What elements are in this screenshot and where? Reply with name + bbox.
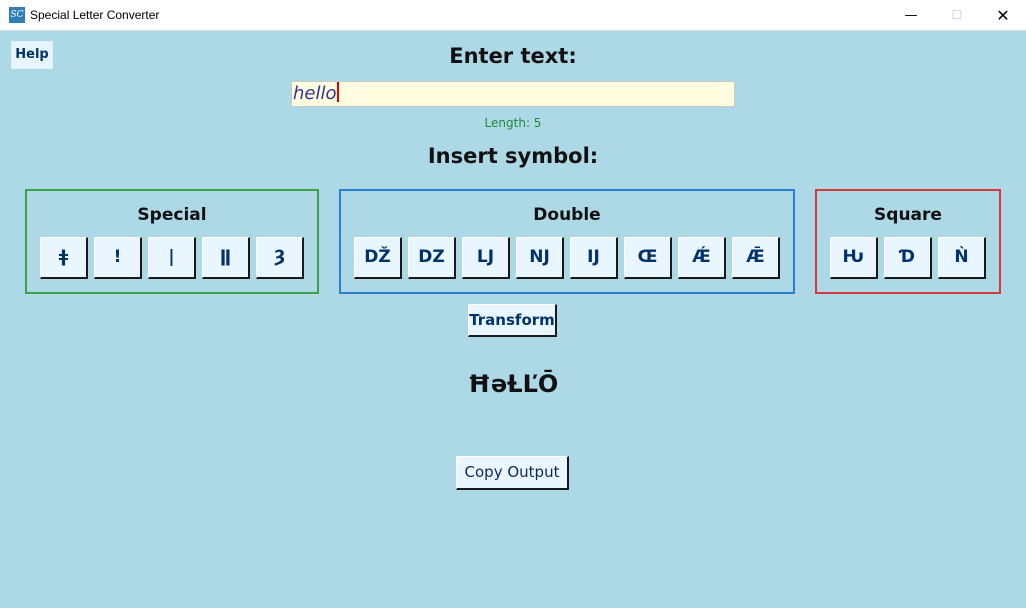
symbol-button-double-2[interactable]: DZ bbox=[408, 237, 456, 279]
text-input[interactable]: hello bbox=[291, 81, 735, 107]
symbol-button-square-2[interactable]: Ɗ bbox=[884, 237, 932, 279]
symbol-button-special-1[interactable]: ǂ bbox=[40, 237, 88, 279]
double-group-title: Double bbox=[533, 205, 601, 225]
window-title: Special Letter Converter bbox=[30, 8, 160, 22]
app-icon: SC bbox=[9, 7, 25, 23]
length-label: Length: 5 bbox=[484, 116, 542, 130]
minimize-button[interactable]: — bbox=[888, 0, 934, 31]
symbol-button-special-3[interactable]: | bbox=[148, 237, 196, 279]
symbol-button-double-8[interactable]: Ǣ bbox=[732, 237, 780, 279]
transform-button[interactable]: Transform bbox=[468, 304, 557, 337]
symbol-button-double-6[interactable]: Œ bbox=[624, 237, 672, 279]
symbol-button-double-4[interactable]: NJ bbox=[516, 237, 564, 279]
enter-text-label: Enter text: bbox=[449, 44, 577, 68]
symbol-button-double-3[interactable]: LJ bbox=[462, 237, 510, 279]
double-group: Double DŽ DZ LJ NJ IJ Œ Ǽ Ǣ bbox=[339, 189, 795, 294]
insert-symbol-label: Insert symbol: bbox=[427, 144, 599, 168]
square-group: Square Ƕ Ɗ Ǹ bbox=[815, 189, 1001, 294]
special-group-title: Special bbox=[137, 205, 207, 225]
close-button[interactable]: ✕ bbox=[980, 0, 1026, 31]
copy-output-button[interactable]: Copy Output bbox=[456, 456, 569, 490]
square-group-title: Square bbox=[874, 205, 942, 225]
symbol-button-square-1[interactable]: Ƕ bbox=[830, 237, 878, 279]
symbol-button-special-5[interactable]: Ȝ bbox=[256, 237, 304, 279]
special-group: Special ǂ ! | ǁ Ȝ bbox=[25, 189, 319, 294]
text-input-value: hello bbox=[293, 83, 337, 104]
output-text: ĦəȽĽŌ bbox=[467, 370, 559, 398]
symbol-button-double-7[interactable]: Ǽ bbox=[678, 237, 726, 279]
symbol-button-special-2[interactable]: ! bbox=[94, 237, 142, 279]
text-caret bbox=[336, 82, 339, 102]
main-panel: Help Enter text: hello Length: 5 Insert … bbox=[0, 31, 1026, 608]
symbol-button-double-1[interactable]: DŽ bbox=[354, 237, 402, 279]
symbol-button-double-5[interactable]: IJ bbox=[570, 237, 618, 279]
maximize-button[interactable]: ☐ bbox=[934, 0, 980, 31]
symbol-button-special-4[interactable]: ǁ bbox=[202, 237, 250, 279]
title-bar: SC Special Letter Converter — ☐ ✕ bbox=[0, 0, 1026, 31]
symbol-button-square-3[interactable]: Ǹ bbox=[938, 237, 986, 279]
